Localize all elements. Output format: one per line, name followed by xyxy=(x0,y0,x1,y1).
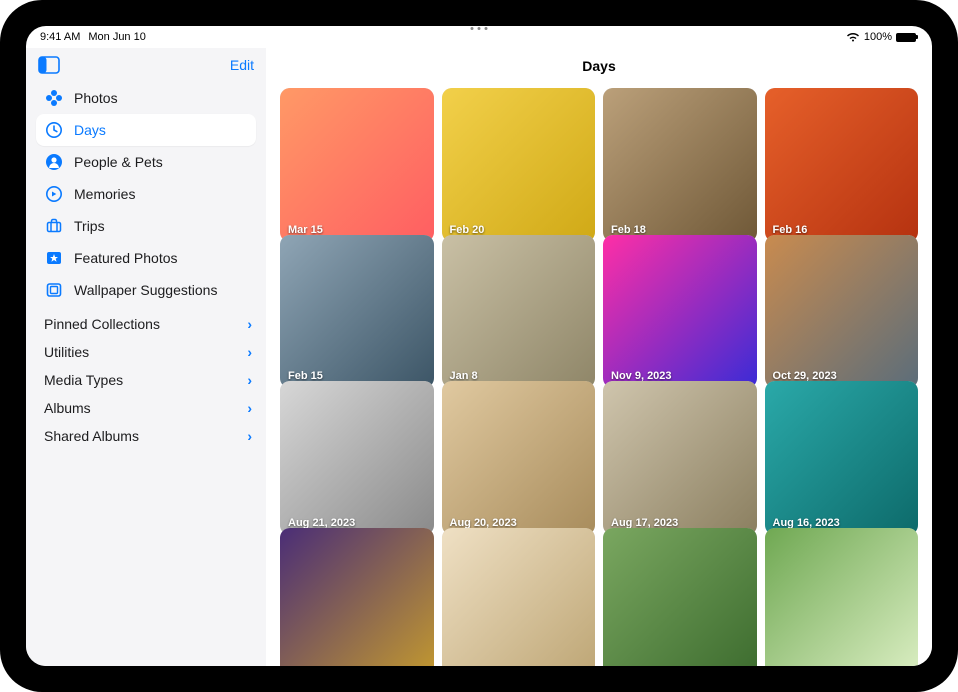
photo-thumbnail xyxy=(442,528,596,667)
day-tile[interactable]: Nov 9, 2023 xyxy=(603,235,757,389)
photo-thumbnail xyxy=(765,88,919,242)
sidebar-item-memories[interactable]: Memories xyxy=(36,178,256,210)
sidebar-item-label: Days xyxy=(74,122,106,138)
people-icon xyxy=(44,152,64,172)
photo-thumbnail xyxy=(603,528,757,667)
screen: 9:41 AM Mon Jun 10 100% E xyxy=(26,26,932,666)
days-grid[interactable]: Mar 15Feb 20Feb 18Feb 16 Feb 15Jan 8Nov 9… xyxy=(266,84,932,666)
day-tile[interactable]: Jan 8 xyxy=(442,235,596,389)
sidebar: Edit Photos Days People & Pets Memories Trip… xyxy=(26,48,266,666)
day-tile[interactable]: Feb 18 xyxy=(603,88,757,242)
day-tile[interactable] xyxy=(765,528,919,667)
status-date: Mon Jun 10 xyxy=(88,31,145,43)
photo-thumbnail xyxy=(442,88,596,242)
device-frame: 9:41 AM Mon Jun 10 100% E xyxy=(0,0,958,692)
battery-icon xyxy=(896,33,918,42)
more-dots-icon xyxy=(471,27,488,30)
photo-thumbnail xyxy=(280,235,434,389)
wifi-icon xyxy=(846,32,860,42)
day-tile[interactable]: Aug 17, 2023 xyxy=(603,381,757,535)
photo-thumbnail xyxy=(280,528,434,667)
sidebar-section-label: Pinned Collections xyxy=(44,316,160,332)
photo-thumbnail xyxy=(280,381,434,535)
sidebar-item-featured-photos[interactable]: Featured Photos xyxy=(36,242,256,274)
day-tile[interactable]: Aug 16, 2023 xyxy=(765,381,919,535)
day-tile[interactable]: Feb 15 xyxy=(280,235,434,389)
photo-thumbnail xyxy=(442,381,596,535)
sidebar-section-shared-albums[interactable]: Shared Albums › xyxy=(36,422,256,450)
day-tile[interactable]: Feb 16 xyxy=(765,88,919,242)
sidebar-section-albums[interactable]: Albums › xyxy=(36,394,256,422)
sidebar-item-wallpaper-suggestions[interactable]: Wallpaper Suggestions xyxy=(36,274,256,306)
status-time: 9:41 AM xyxy=(40,31,80,43)
sidebar-item-label: Photos xyxy=(74,90,118,106)
sidebar-item-label: Memories xyxy=(74,186,135,202)
day-tile[interactable] xyxy=(442,528,596,667)
status-battery-pct: 100% xyxy=(864,31,892,43)
sidebar-toggle-icon[interactable] xyxy=(38,56,60,74)
day-tile[interactable]: Aug 21, 2023 xyxy=(280,381,434,535)
featured-icon xyxy=(44,248,64,268)
sidebar-item-trips[interactable]: Trips xyxy=(36,210,256,242)
sidebar-item-label: People & Pets xyxy=(74,154,163,170)
chevron-right-icon: › xyxy=(247,316,252,332)
sidebar-section-label: Albums xyxy=(44,400,91,416)
clock-icon xyxy=(44,120,64,140)
photo-thumbnail xyxy=(603,235,757,389)
sidebar-item-label: Trips xyxy=(74,218,105,234)
day-tile[interactable]: Oct 29, 2023 xyxy=(765,235,919,389)
photos-icon xyxy=(44,88,64,108)
edit-button[interactable]: Edit xyxy=(230,57,254,73)
sidebar-item-label: Wallpaper Suggestions xyxy=(74,282,217,298)
memories-icon xyxy=(44,184,64,204)
chevron-right-icon: › xyxy=(247,372,252,388)
sidebar-item-photos[interactable]: Photos xyxy=(36,82,256,114)
sidebar-section-label: Utilities xyxy=(44,344,89,360)
sidebar-item-days[interactable]: Days xyxy=(36,114,256,146)
sidebar-section-pinned-collections[interactable]: Pinned Collections › xyxy=(36,310,256,338)
page-title: Days xyxy=(266,48,932,84)
chevron-right-icon: › xyxy=(247,400,252,416)
photo-thumbnail xyxy=(280,88,434,242)
photo-thumbnail xyxy=(765,235,919,389)
photo-thumbnail xyxy=(442,235,596,389)
sidebar-item-people-pets[interactable]: People & Pets xyxy=(36,146,256,178)
photo-thumbnail xyxy=(765,381,919,535)
sidebar-section-media-types[interactable]: Media Types › xyxy=(36,366,256,394)
chevron-right-icon: › xyxy=(247,344,252,360)
photo-thumbnail xyxy=(765,528,919,667)
photo-thumbnail xyxy=(603,88,757,242)
sidebar-section-utilities[interactable]: Utilities › xyxy=(36,338,256,366)
sidebar-item-label: Featured Photos xyxy=(74,250,178,266)
chevron-right-icon: › xyxy=(247,428,252,444)
sidebar-section-label: Shared Albums xyxy=(44,428,139,444)
photo-thumbnail xyxy=(603,381,757,535)
day-tile[interactable] xyxy=(603,528,757,667)
wallpaper-icon xyxy=(44,280,64,300)
day-tile[interactable] xyxy=(280,528,434,667)
sidebar-section-label: Media Types xyxy=(44,372,123,388)
day-tile[interactable]: Aug 20, 2023 xyxy=(442,381,596,535)
main-content: Days Mar 15Feb 20Feb 18Feb 16 Feb 15Jan 8… xyxy=(266,48,932,666)
day-tile[interactable]: Feb 20 xyxy=(442,88,596,242)
suitcase-icon xyxy=(44,216,64,236)
day-tile[interactable]: Mar 15 xyxy=(280,88,434,242)
